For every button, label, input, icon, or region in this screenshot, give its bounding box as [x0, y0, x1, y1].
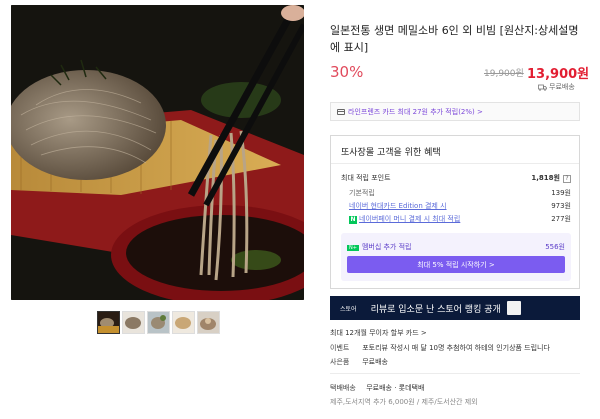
- sale-price: 13,900원: [527, 67, 590, 82]
- thumbnail-2[interactable]: [122, 311, 145, 334]
- installment-info[interactable]: 최대 12개월 무이자 할부 카드 >: [330, 328, 427, 338]
- delivery-info: 택배배송 무료배송 · 롯데택배: [330, 383, 424, 393]
- membership-row: N+ 멤버십 추가 적립 556원: [347, 242, 565, 252]
- max-point-label: 최대 적립 포인트: [341, 174, 391, 182]
- product-title: 일본전통 생면 메밀소바 6인 외 비빔 [원산지:상세설명에 표시]: [330, 24, 579, 54]
- membership-value: 556원: [545, 243, 565, 251]
- main-product-image: [11, 5, 304, 300]
- base-point-row: 기본적립 139원: [341, 188, 571, 198]
- thumbnail-4[interactable]: [172, 311, 195, 334]
- shipping-tag: 무료배송: [538, 82, 575, 92]
- card-promo-bar[interactable]: 라인프렌즈 카드 최대 27원 추가 적립(2%) >: [330, 102, 580, 121]
- thumbnail-1[interactable]: [97, 311, 120, 334]
- original-price: 19,900원: [484, 69, 524, 79]
- naverpay-point-link[interactable]: 네이버페이 머니 결제 시 최대 적립: [359, 215, 460, 223]
- delivery-extra-text: 제주,도서지역 추가 6,000원 / 제주/도서산간 제외: [330, 398, 478, 406]
- delivery-label: 택배배송: [330, 384, 356, 392]
- membership-label: 멤버십 추가 적립: [361, 243, 412, 251]
- card-point-link[interactable]: 네이버 현대카드 Edition 결제 시: [349, 202, 447, 210]
- card-icon: [337, 108, 345, 115]
- card-promo-text: 라인프렌즈 카드 최대 27원 추가 적립(2%) >: [348, 107, 483, 116]
- shipping-tag-label: 무료배송: [549, 83, 575, 91]
- naver-pay-icon: N: [349, 216, 357, 224]
- benefit-title: 또사장몰 고객을 위한 혜택: [341, 148, 441, 158]
- event-info: 이벤트 포토리뷰 작성시 매 달 10명 추첨하여 하테의 인기상품 드립니다: [330, 343, 550, 353]
- membership-start-button[interactable]: 최대 5% 적립 시작하기 >: [347, 256, 565, 273]
- event-text: 포토리뷰 작성시 매 달 10명 추첨하여 하테의 인기상품 드립니다: [362, 344, 550, 352]
- base-point-value: 139원: [551, 189, 571, 197]
- question-icon[interactable]: ?: [563, 175, 571, 183]
- divider: [331, 163, 579, 164]
- gift-label: 사은품: [330, 358, 350, 366]
- store-banner-text: 리뷰로 입소문 난 스토어 랭킹 공개: [370, 304, 501, 315]
- membership-box: N+ 멤버십 추가 적립 556원 최대 5% 적립 시작하기 >: [341, 233, 571, 281]
- store-ranking-banner[interactable]: 스토어 리뷰로 입소문 난 스토어 랭킹 공개: [330, 296, 580, 320]
- thumbnail-5[interactable]: [197, 311, 220, 334]
- store-banner-image: [506, 301, 521, 315]
- delivery-text: 무료배송 · 롯데택배: [366, 384, 425, 392]
- event-label: 이벤트: [330, 344, 350, 352]
- truck-icon: [538, 84, 547, 91]
- card-point-row: 네이버 현대카드 Edition 결제 시 973원: [341, 201, 571, 211]
- max-point-row: 최대 적립 포인트 1,818원?: [341, 173, 571, 183]
- thumbnail-strip: [97, 311, 220, 334]
- discount-rate: 30%: [330, 63, 364, 81]
- divider: [330, 373, 580, 374]
- max-point-value: 1,818원: [531, 174, 560, 182]
- installment-text: 최대 12개월 무이자 할부 카드 >: [330, 329, 427, 337]
- card-point-value: 973원: [551, 202, 571, 210]
- gift-info: 사은품 무료배송: [330, 357, 388, 367]
- naverpay-point-row: N 네이버페이 머니 결제 시 최대 적립 277원: [341, 214, 571, 224]
- benefit-box: 또사장몰 고객을 위한 혜택 최대 적립 포인트 1,818원? 기본적립 13…: [330, 135, 580, 289]
- naverpay-point-value: 277원: [551, 215, 571, 223]
- thumbnail-3[interactable]: [147, 311, 170, 334]
- gift-text: 무료배송: [362, 358, 388, 366]
- membership-badge-icon: N+: [347, 245, 359, 251]
- store-logo-icon: 스토어: [340, 305, 357, 313]
- base-point-label: 기본적립: [349, 189, 375, 197]
- delivery-extra-info: 제주,도서지역 추가 6,000원 / 제주/도서산간 제외: [330, 397, 478, 407]
